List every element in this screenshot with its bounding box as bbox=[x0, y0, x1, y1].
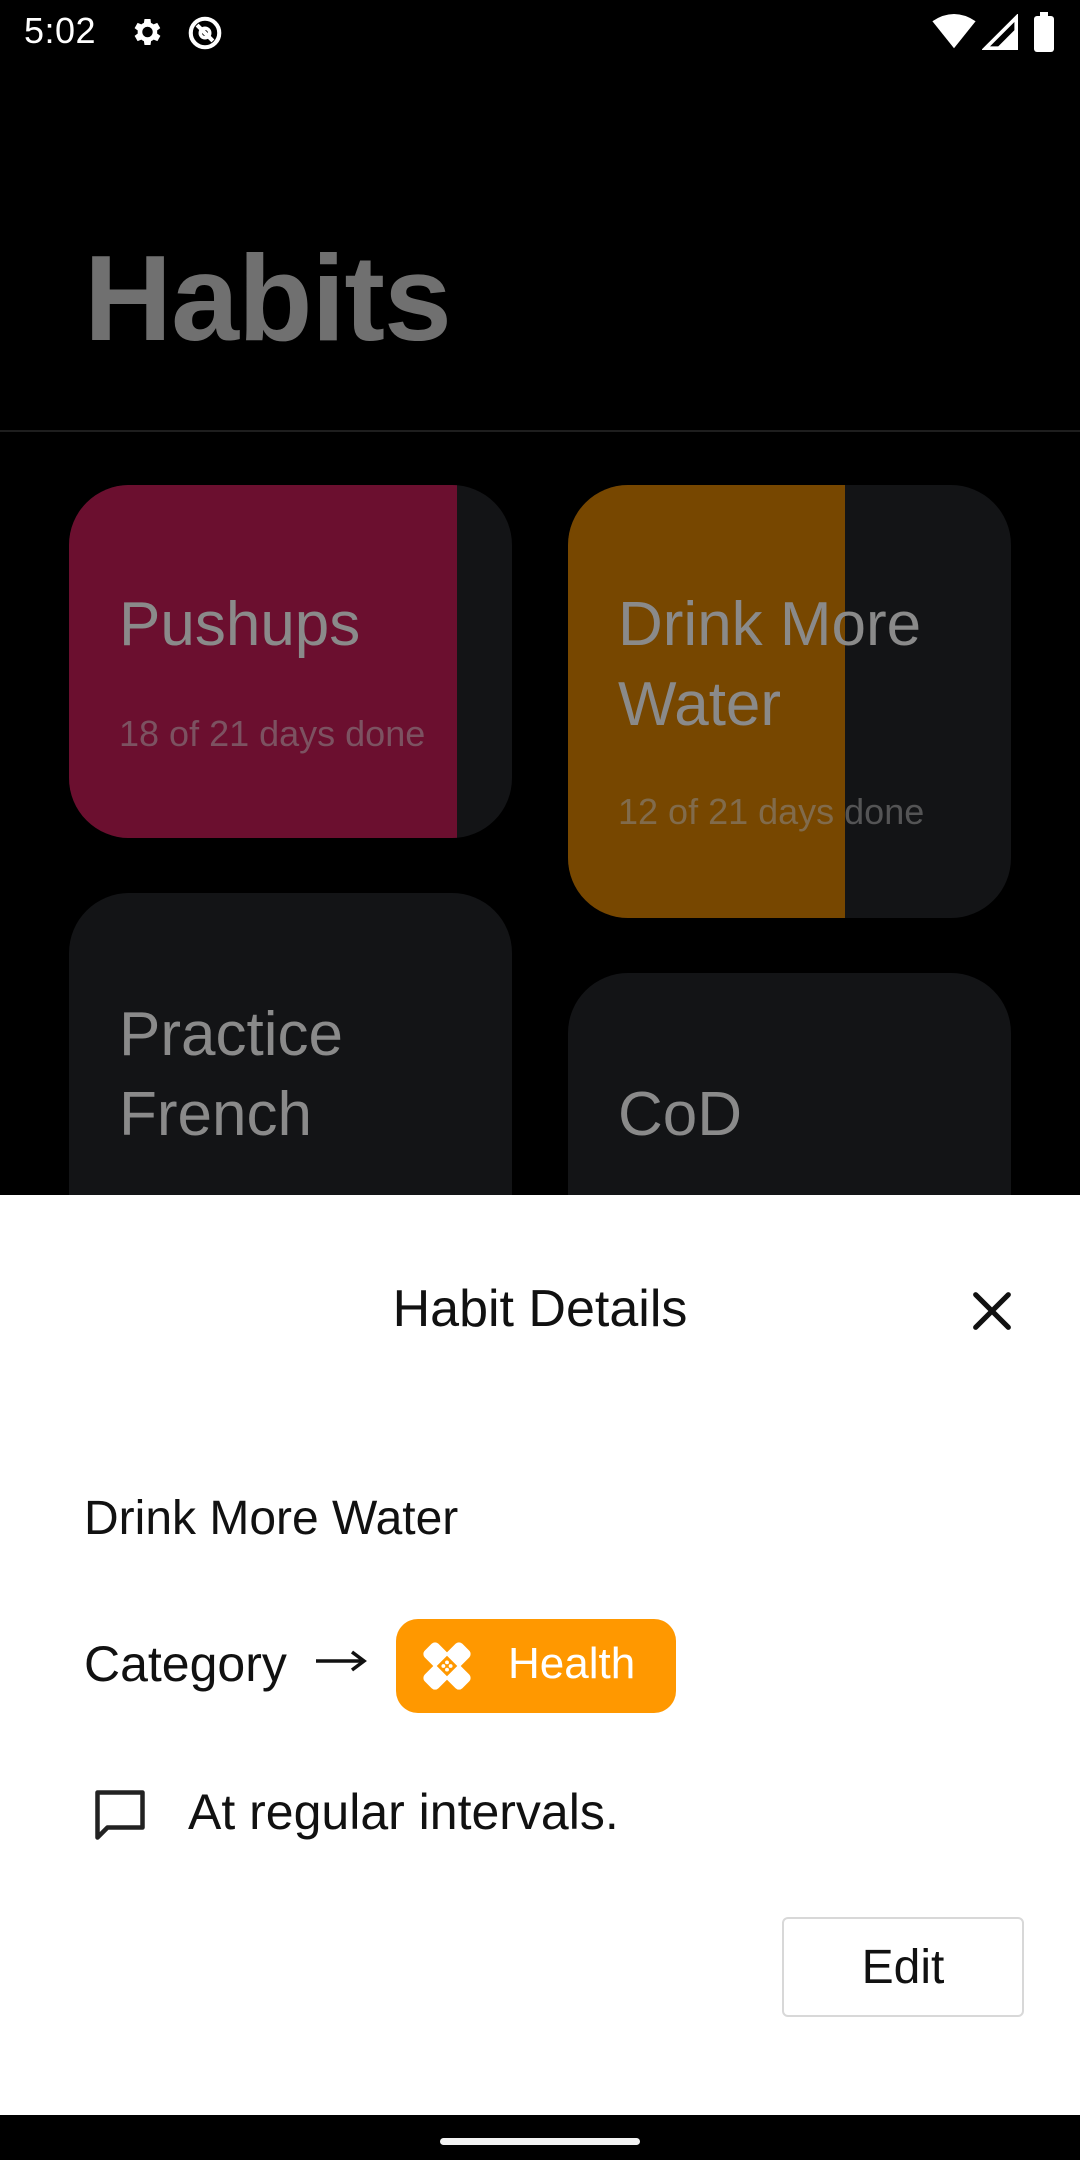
category-chip[interactable]: Health bbox=[396, 1619, 676, 1713]
arrow-right-icon bbox=[316, 1650, 367, 1672]
comment-icon bbox=[95, 1790, 145, 1840]
habit-details-sheet: Habit Details Drink More Water Category … bbox=[0, 1195, 1080, 2115]
gesture-handle[interactable] bbox=[440, 2138, 640, 2145]
close-icon[interactable] bbox=[964, 1283, 1020, 1339]
card-title: Pushups bbox=[119, 590, 361, 659]
edit-button[interactable]: Edit bbox=[782, 1917, 1024, 2017]
wifi-icon bbox=[932, 14, 976, 49]
status-time: 5:02 bbox=[24, 10, 97, 51]
category-chip-label: Health bbox=[508, 1639, 636, 1688]
habit-card-drink-more-water[interactable]: Drink More Water 12 of 21 days done bbox=[568, 485, 1011, 918]
sheet-title: Habit Details bbox=[392, 1280, 688, 1338]
bandage-icon bbox=[423, 1642, 471, 1690]
page-title: Habits bbox=[84, 230, 452, 366]
status-bar: 5:02 bbox=[0, 0, 1080, 66]
data-saver-icon bbox=[188, 16, 222, 50]
habit-name: Drink More Water bbox=[84, 1492, 459, 1545]
habit-note: At regular intervals. bbox=[188, 1784, 619, 1840]
card-title: Drink More Water bbox=[618, 590, 922, 739]
card-subtitle: 18 of 21 days done bbox=[119, 713, 426, 754]
signal-icon bbox=[982, 14, 1018, 50]
battery-icon bbox=[1034, 12, 1054, 52]
card-subtitle: 12 of 21 days done bbox=[618, 791, 925, 832]
category-label: Category bbox=[84, 1636, 287, 1692]
card-title: CoD bbox=[618, 1080, 743, 1149]
settings-icon bbox=[134, 18, 161, 46]
habit-card-pushups[interactable]: Pushups 18 of 21 days done bbox=[69, 485, 512, 838]
card-title: Practice French bbox=[119, 1000, 343, 1149]
title-divider bbox=[0, 430, 1080, 432]
